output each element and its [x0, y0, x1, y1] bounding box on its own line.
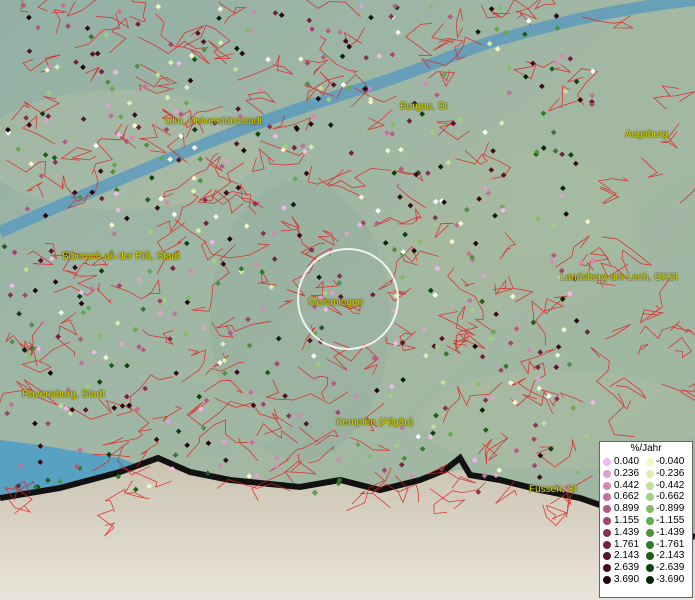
legend-swatch-negative [646, 575, 654, 584]
legend-swatch-negative [646, 458, 654, 466]
legend-row: 0.899 -0.899 [600, 503, 692, 515]
legend-value-positive: 0.899 [614, 503, 640, 515]
legend-row: 1.761 -1.761 [600, 539, 692, 551]
legend-swatch-positive [603, 564, 611, 573]
legend-value-negative: -1.155 [656, 514, 685, 526]
legend-row: 2.639 -2.639 [600, 562, 692, 574]
legend-swatch-positive [603, 540, 611, 549]
legend-value-positive: 0.662 [614, 491, 640, 503]
legend-value-positive: 0.040 [614, 456, 640, 467]
legend-swatch-positive [603, 493, 611, 502]
legend-value-positive: 1.761 [614, 538, 640, 550]
city-label-burgau[interactable]: Burgau, St [400, 101, 447, 112]
legend-value-negative: -0.442 [656, 479, 685, 491]
legend-value-negative: -2.143 [656, 550, 685, 562]
legend-value-positive: 2.639 [614, 562, 640, 574]
legend-swatch-positive [603, 516, 611, 525]
legend-swatch-positive [603, 505, 611, 514]
legend-value-negative: -0.662 [656, 491, 685, 503]
legend-value-negative: -0.040 [656, 456, 685, 467]
legend-row: 3.690 -3.690 [600, 574, 692, 586]
city-label-ravensburg[interactable]: Ravensburg, Stadt [22, 389, 105, 400]
legend-row: 0.040 -0.040 [600, 456, 692, 468]
legend-row: 0.236 -0.236 [600, 468, 692, 480]
legend-swatch-positive [603, 528, 611, 537]
legend-swatch-positive [603, 469, 611, 478]
legend-swatch-negative [646, 493, 654, 502]
legend-value-negative: -0.899 [656, 503, 685, 515]
city-label-memmingen[interactable]: Memmingen [308, 297, 363, 308]
legend-swatch-positive [603, 458, 611, 466]
city-label-augsburg[interactable]: Augsburg [625, 129, 668, 140]
legend-rows: 0.040 -0.040 0.236 -0.236 0.442 -0.442 0.662 -0… [600, 456, 692, 586]
legend-swatch-negative [646, 469, 654, 478]
legend-value-negative: -1.439 [656, 526, 685, 538]
map-view[interactable]: Ulm, Universitätsstadt Burgau, St Augsbu… [0, 0, 695, 600]
legend-value-positive: 2.143 [614, 550, 640, 562]
legend-swatch-positive [603, 481, 611, 490]
legend-swatch-negative [646, 564, 654, 573]
legend-swatch-negative [646, 516, 654, 525]
legend-value-positive: 0.442 [614, 479, 640, 491]
legend-swatch-negative [646, 528, 654, 537]
legend: %/Jahr 0.040 -0.040 0.236 -0.236 0.442 -0.442… [599, 441, 693, 598]
legend-value-negative: -2.639 [656, 562, 685, 574]
legend-swatch-negative [646, 540, 654, 549]
legend-row: 2.143 -2.143 [600, 550, 692, 562]
legend-swatch-positive [603, 552, 611, 561]
city-label-biberach[interactable]: Biberach an der Riß, Stadt [62, 251, 180, 262]
legend-row: 1.155 -1.155 [600, 515, 692, 527]
legend-value-positive: 0.236 [614, 467, 640, 479]
city-label-fuessen[interactable]: Füssen, St [529, 484, 577, 495]
legend-swatch-negative [646, 505, 654, 514]
legend-swatch-negative [646, 552, 654, 561]
city-label-ulm[interactable]: Ulm, Universitätsstadt [165, 116, 262, 127]
legend-swatch-negative [646, 481, 654, 490]
legend-row: 0.442 -0.442 [600, 480, 692, 492]
legend-value-negative: -1.761 [656, 538, 685, 550]
legend-value-negative: -0.236 [656, 467, 685, 479]
city-label-kempten[interactable]: Kempten (Allgäu) [336, 417, 413, 428]
legend-value-positive: 3.690 [614, 573, 640, 585]
legend-value-positive: 1.155 [614, 514, 640, 526]
legend-swatch-positive [603, 575, 611, 584]
legend-value-negative: -3.690 [656, 573, 685, 585]
legend-row: 1.439 -1.439 [600, 527, 692, 539]
city-label-landsberg[interactable]: Landsberg am Lech, GKSt [560, 272, 678, 283]
legend-title: %/Jahr [630, 443, 662, 454]
legend-value-positive: 1.439 [614, 526, 640, 538]
legend-row: 0.662 -0.662 [600, 491, 692, 503]
